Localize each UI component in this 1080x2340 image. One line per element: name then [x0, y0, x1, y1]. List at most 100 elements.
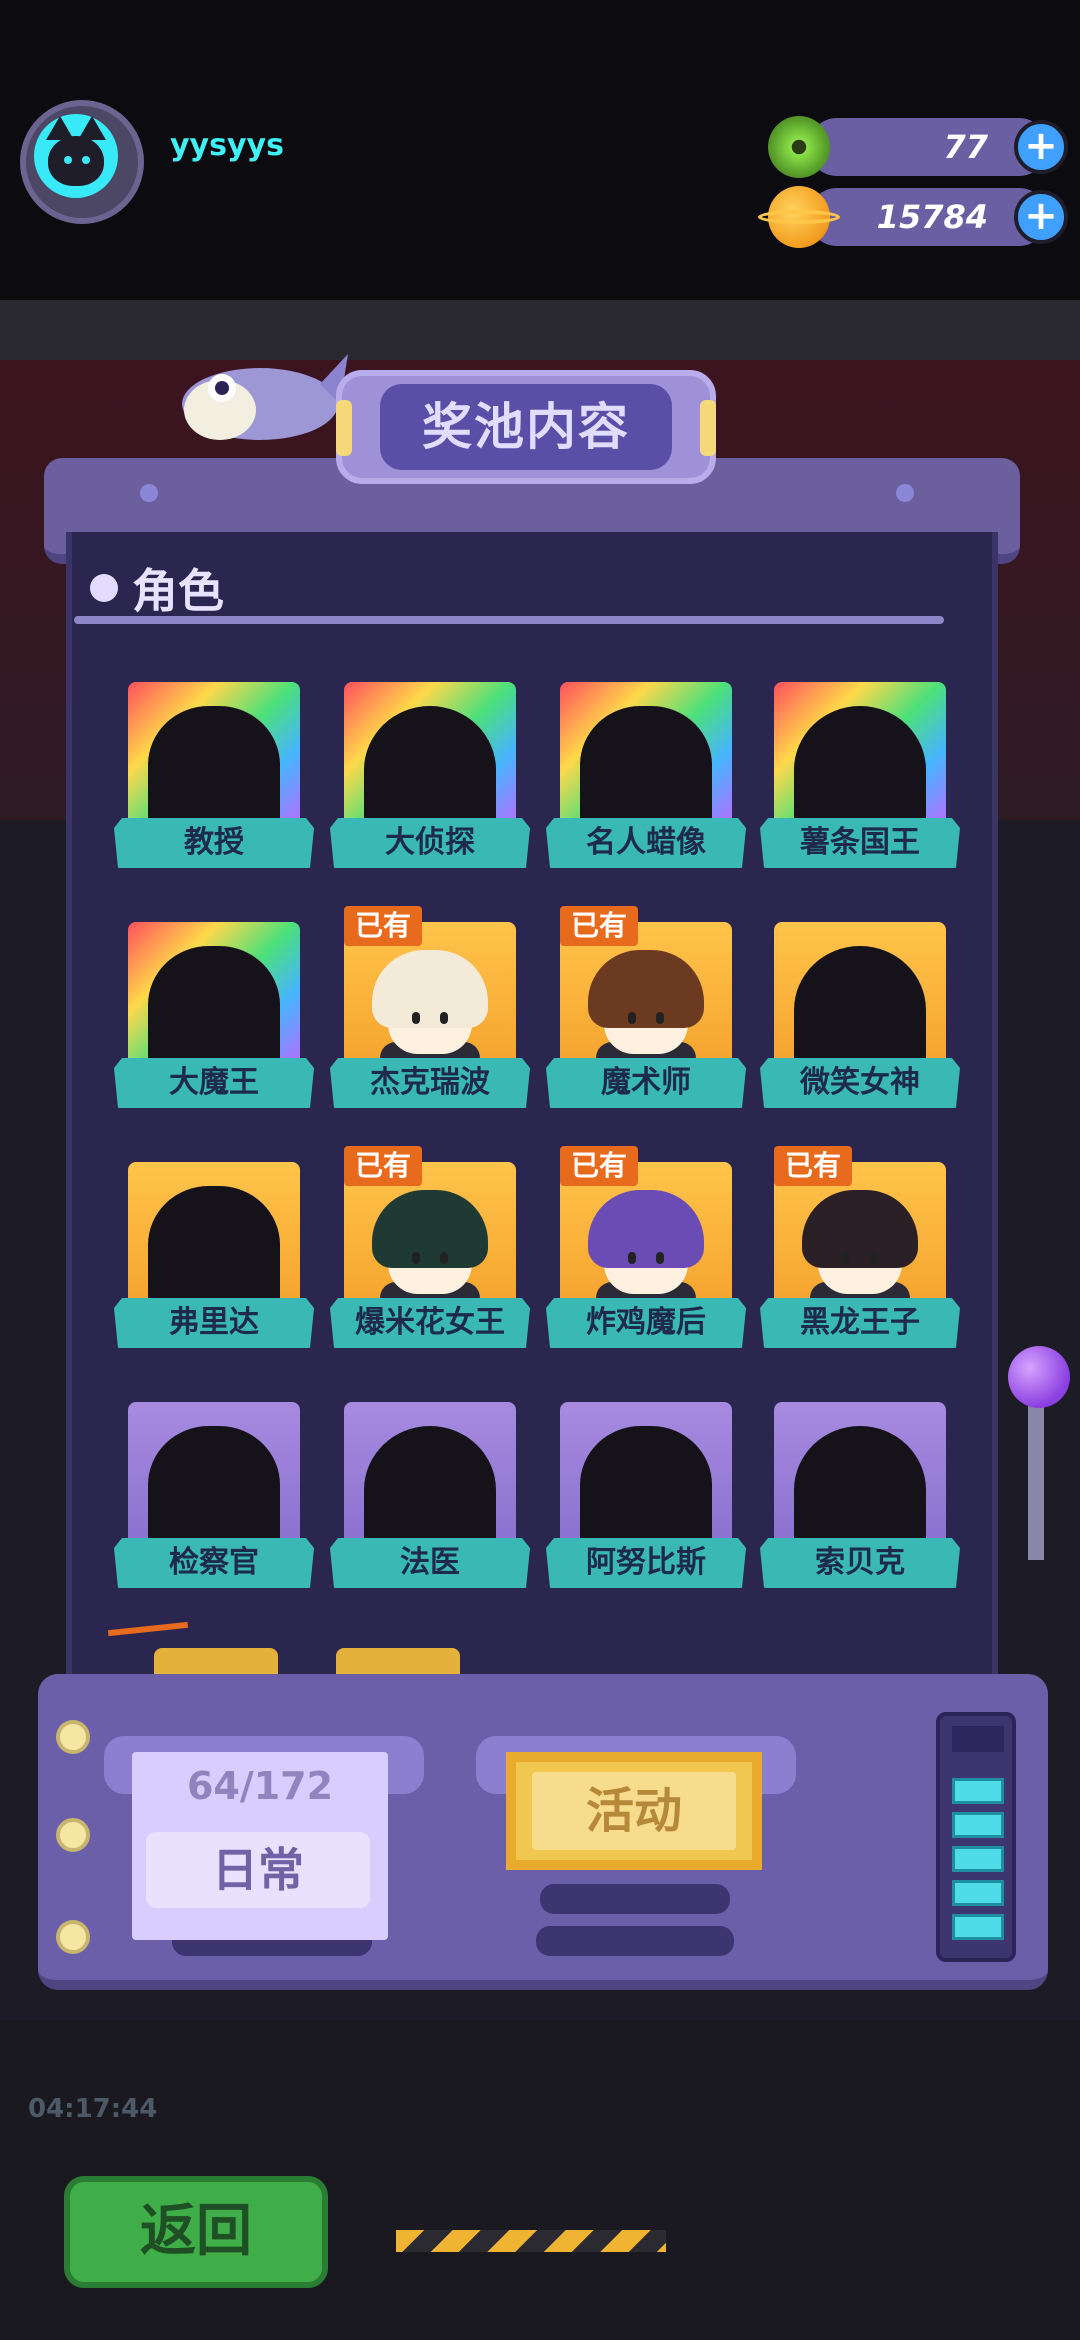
- locked-character-silhouette: [148, 946, 280, 1074]
- rivet: [140, 484, 158, 502]
- gauge-segment: [952, 1812, 1004, 1838]
- character-name: 大魔王: [114, 1058, 314, 1108]
- portrait-eye: [412, 1252, 420, 1264]
- light-bulb-icon: [56, 1920, 90, 1954]
- rivet: [896, 484, 914, 502]
- character-card[interactable]: 检察官: [114, 1402, 314, 1602]
- portrait-eye: [440, 1012, 448, 1024]
- portrait-hair: [588, 950, 704, 1028]
- character-card[interactable]: 大魔王: [114, 922, 314, 1122]
- add-gems-button[interactable]: +: [1014, 120, 1068, 174]
- locked-character-silhouette: [148, 706, 280, 834]
- locked-character-silhouette: [364, 706, 496, 834]
- event-tab-label: 活动: [532, 1772, 736, 1850]
- coin-amount: 15784: [876, 198, 988, 236]
- portrait-eye: [628, 1252, 636, 1264]
- light-bulb-icon: [56, 1818, 90, 1852]
- character-card[interactable]: 法医: [330, 1402, 530, 1602]
- gem-amount: 77: [943, 128, 988, 166]
- character-name: 索贝克: [760, 1538, 960, 1588]
- character-portrait: [582, 942, 710, 1076]
- owned-badge: 已有: [774, 1146, 852, 1186]
- page-title: 奖池内容: [380, 384, 672, 470]
- daily-pool-ticket[interactable]: 64/172 日常: [132, 1752, 388, 1940]
- section-divider: [74, 616, 944, 624]
- character-name: 检察官: [114, 1538, 314, 1588]
- character-card[interactable]: 杰克瑞波 已有: [330, 906, 530, 1122]
- portrait-eye: [842, 1252, 850, 1264]
- character-card[interactable]: 名人蜡像: [546, 682, 746, 882]
- progress-gauge: [936, 1712, 1016, 1962]
- back-button[interactable]: 返回: [64, 2176, 328, 2288]
- locked-character-silhouette: [794, 706, 926, 834]
- portrait-eye: [440, 1252, 448, 1264]
- character-portrait: [366, 942, 494, 1076]
- daily-tab-label: 日常: [212, 1843, 304, 1897]
- character-name: 炸鸡魔后: [546, 1298, 746, 1348]
- character-name: 阿努比斯: [546, 1538, 746, 1588]
- character-name: 弗里达: [114, 1298, 314, 1348]
- character-card[interactable]: 炸鸡魔后 已有: [546, 1146, 746, 1362]
- title-tab: [700, 400, 716, 456]
- character-name: 杰克瑞波: [330, 1058, 530, 1108]
- gauge-segment: [952, 1778, 1004, 1804]
- portrait-eye: [870, 1252, 878, 1264]
- portrait-hair: [802, 1190, 918, 1268]
- gauge-segment: [952, 1846, 1004, 1872]
- character-name: 黑龙王子: [760, 1298, 960, 1348]
- locked-character-silhouette: [580, 706, 712, 834]
- locked-character-silhouette: [148, 1186, 280, 1314]
- owned-badge: 已有: [344, 906, 422, 946]
- character-card[interactable]: 大侦探: [330, 682, 530, 882]
- draw-progress: 64/172: [186, 1764, 334, 1808]
- character-name: 教授: [114, 818, 314, 868]
- character-card[interactable]: 薯条国王: [760, 682, 960, 882]
- character-card[interactable]: 教授: [114, 682, 314, 882]
- character-card[interactable]: 魔术师 已有: [546, 906, 746, 1122]
- character-card[interactable]: 阿努比斯: [546, 1402, 746, 1602]
- portrait-hair: [372, 950, 488, 1028]
- gauge-segment: [952, 1726, 1004, 1752]
- portrait-eye: [656, 1252, 664, 1264]
- bullet-dot-icon: [90, 574, 118, 602]
- gem-counter: 77 +: [768, 116, 1068, 178]
- character-portrait: [366, 1182, 494, 1316]
- title-tab: [336, 400, 352, 456]
- character-name: 薯条国王: [760, 818, 960, 868]
- background-timer: 04:17:44: [28, 2094, 158, 2124]
- avatar[interactable]: [34, 114, 118, 198]
- planet-coin-icon: [758, 186, 840, 248]
- character-name: 名人蜡像: [546, 818, 746, 868]
- locked-character-silhouette: [580, 1426, 712, 1554]
- character-name: 法医: [330, 1538, 530, 1588]
- portrait-hair: [588, 1190, 704, 1268]
- portrait-eye: [412, 1012, 420, 1024]
- background-rail: [0, 300, 1080, 360]
- character-portrait: [582, 1182, 710, 1316]
- light-bulb-icon: [56, 1720, 90, 1754]
- character-portrait: [796, 1182, 924, 1316]
- character-name: 微笑女神: [760, 1058, 960, 1108]
- owned-badge: 已有: [560, 1146, 638, 1186]
- event-pool-button[interactable]: 活动: [506, 1752, 762, 1870]
- cat-face-icon: [48, 136, 104, 186]
- character-card[interactable]: 弗里达: [114, 1162, 314, 1362]
- portrait-hair: [372, 1190, 488, 1268]
- owned-badge: 已有: [560, 906, 638, 946]
- add-coins-button[interactable]: +: [1014, 190, 1068, 244]
- event-slot-base: [536, 1926, 734, 1956]
- character-card[interactable]: 爆米花女王 已有: [330, 1146, 530, 1362]
- character-name: 大侦探: [330, 818, 530, 868]
- lever-knob-icon[interactable]: [1008, 1346, 1070, 1408]
- gem-bar: [808, 118, 1048, 176]
- character-card[interactable]: 索贝克: [760, 1402, 960, 1602]
- locked-character-silhouette: [364, 1426, 496, 1554]
- portrait-eye: [628, 1012, 636, 1024]
- portrait-eye: [656, 1012, 664, 1024]
- character-card[interactable]: 黑龙王子 已有: [760, 1146, 960, 1362]
- locked-character-silhouette: [794, 1426, 926, 1554]
- character-card[interactable]: 微笑女神: [760, 922, 960, 1122]
- event-slot-base: [540, 1884, 730, 1914]
- character-name: 爆米花女王: [330, 1298, 530, 1348]
- hazard-stripe: [396, 2230, 666, 2252]
